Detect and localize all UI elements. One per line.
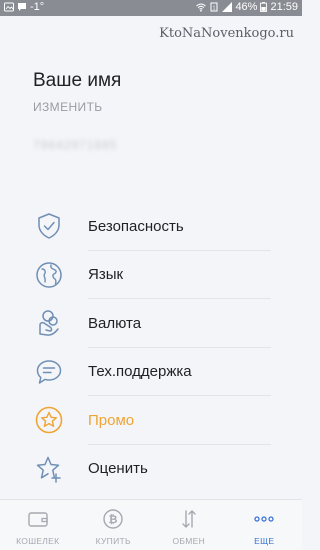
menu-item-label: Безопасность [88, 217, 184, 235]
star-circle-icon [35, 406, 63, 434]
nav-wallet[interactable]: КОШЕЛЕК [0, 500, 76, 550]
menu-item-support[interactable]: Тех.поддержка [0, 348, 302, 397]
svg-text:₿: ₿ [109, 514, 118, 526]
menu-item-label: Валюта [88, 314, 142, 332]
bitcoin-icon: ₿ [103, 509, 123, 529]
edit-profile-link[interactable]: ИЗМЕНИТЬ [33, 100, 121, 114]
menu-item-promo[interactable]: Промо [0, 396, 302, 445]
chat-bubble-icon [36, 360, 62, 384]
menu-item-label: Промо [88, 411, 135, 429]
coins-hand-icon [39, 310, 59, 337]
signal-icon [222, 2, 233, 12]
battery-icon [260, 2, 268, 12]
menu-item-language[interactable]: Язык [0, 251, 302, 300]
nav-exchange[interactable]: ОБМЕН [151, 500, 227, 550]
temperature-text: -1° [30, 1, 45, 13]
exchange-arrows-icon [182, 510, 196, 528]
profile-name: Ваше имя [33, 70, 122, 91]
nav-label: КОШЕЛЕК [16, 536, 60, 546]
wifi-icon [196, 3, 207, 12]
menu-item-label: Тех.поддержка [88, 363, 192, 381]
menu-item-label: Язык [88, 266, 124, 284]
svg-text:1: 1 [213, 6, 216, 12]
menu-item-security[interactable]: Безопасность [0, 202, 302, 251]
status-bar: -1° 1 46% 21:59 [0, 0, 302, 16]
more-dots-icon [254, 516, 274, 522]
nav-label: ЕЩЕ [254, 536, 275, 546]
photo-notification-icon [4, 2, 14, 12]
globe-icon [36, 262, 62, 288]
star-plus-icon [36, 456, 61, 483]
nav-buy[interactable]: ₿ КУПИТЬ [76, 500, 152, 550]
message-notification-icon [18, 3, 26, 11]
bottom-navigation: КОШЕЛЕК ₿ КУПИТЬ ОБМЕН ЕЩЕ [0, 499, 302, 550]
sim-icon: 1 [210, 2, 218, 12]
battery-percent: 46% [235, 1, 258, 13]
nav-label: КУПИТЬ [95, 536, 131, 546]
watermark: KtoNaNovenkogo.ru [159, 26, 294, 41]
nav-more[interactable]: ЕЩЕ [227, 500, 303, 550]
wallet-icon [28, 512, 48, 527]
nav-label: ОБМЕН [172, 536, 206, 546]
shield-check-icon [38, 213, 60, 239]
profile-section: Ваше имя ИЗМЕНИТЬ 79642971885 [33, 70, 121, 152]
menu-item-rate[interactable]: Оценить [0, 445, 302, 494]
profile-phone: 79642971885 [33, 138, 118, 152]
clock: 21:59 [270, 1, 298, 13]
settings-menu: Безопасность Язык Валюта Тех.поддержка П… [0, 202, 302, 493]
menu-item-label: Оценить [88, 460, 148, 478]
menu-item-currency[interactable]: Валюта [0, 299, 302, 348]
